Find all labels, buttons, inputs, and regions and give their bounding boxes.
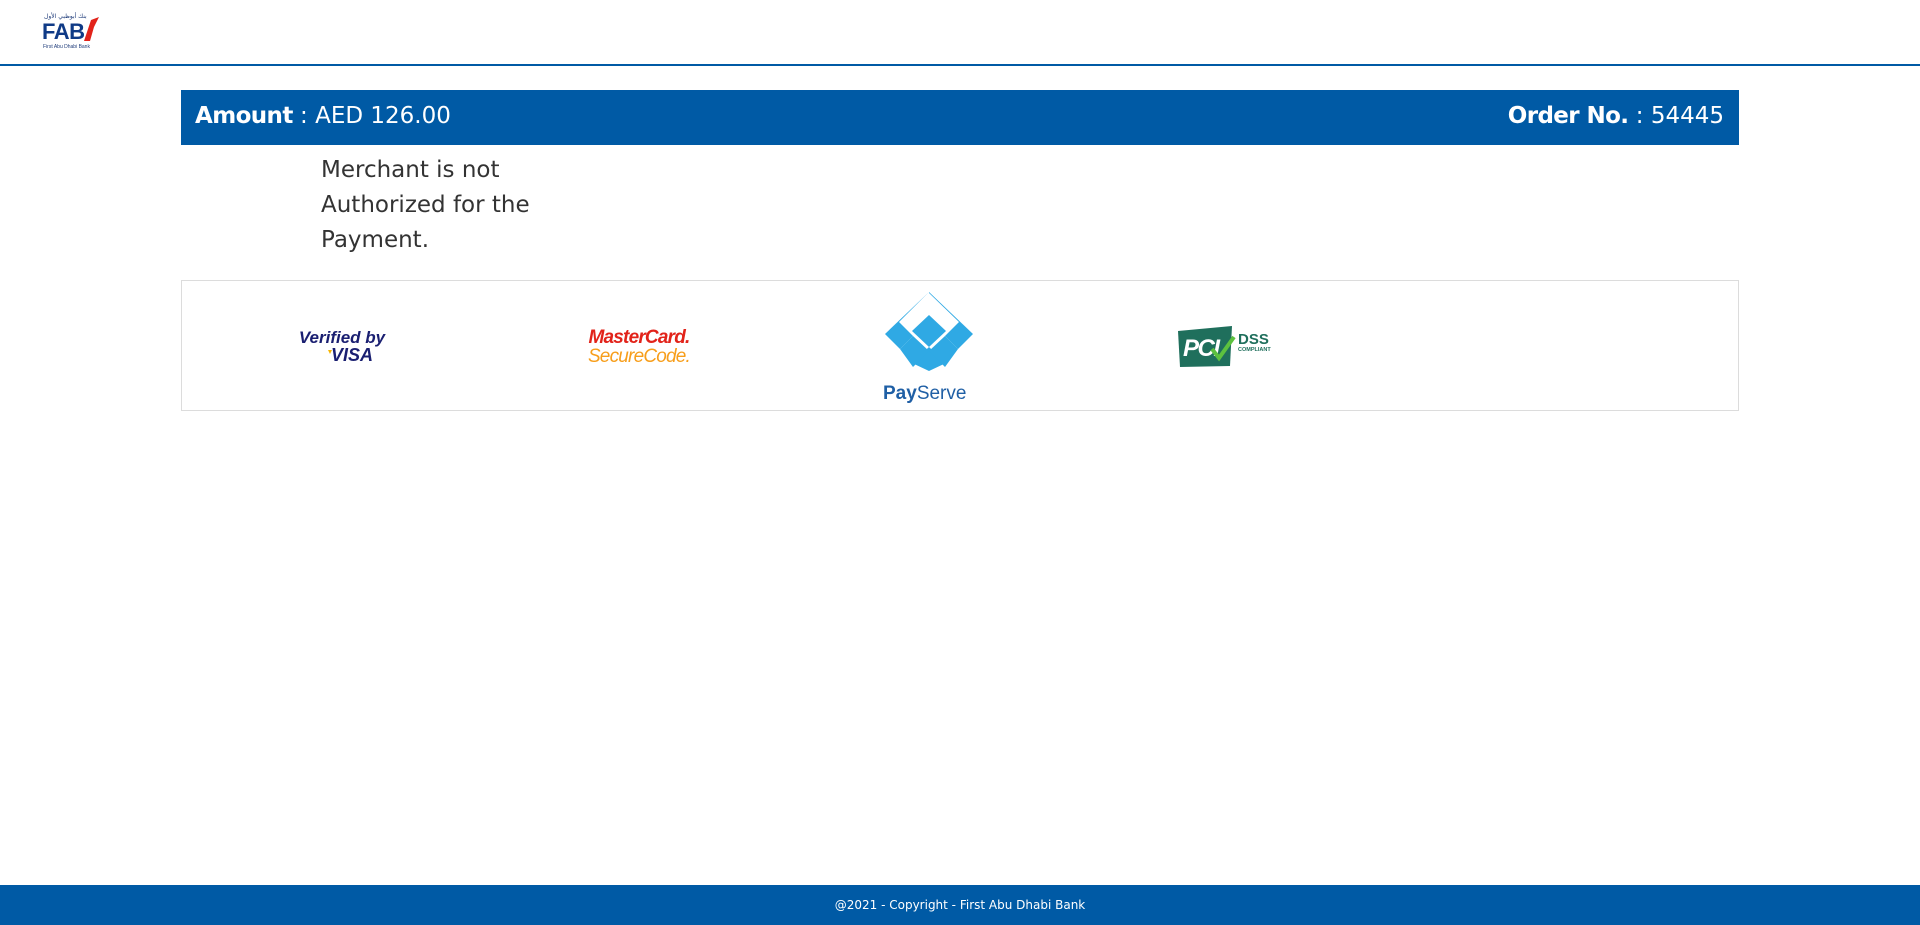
amount-bar: Amount : AED 126.00 Order No. : 54445: [181, 90, 1739, 145]
logo-subtitle: First Abu Dhabi Bank: [43, 44, 90, 50]
amount-group: Amount : AED 126.00: [195, 103, 451, 129]
page-header: بنك أبوظبي الأول FAB First Abu Dhabi Ban…: [0, 0, 1920, 66]
payserve-pay: Pay: [883, 383, 917, 403]
order-value: 54445: [1650, 103, 1724, 129]
mc-line2: SecureCode.: [588, 346, 690, 367]
mastercard-securecode-logo: MasterCard. SecureCode.: [588, 327, 691, 367]
page-footer: @2021 - Copyright - First Abu Dhabi Bank: [0, 885, 1920, 925]
visa-line2: VISA: [331, 345, 373, 365]
fab-logo[interactable]: بنك أبوظبي الأول FAB First Abu Dhabi Ban…: [40, 13, 102, 53]
pci-text: PCI: [1183, 335, 1221, 362]
payserve-serve: Serve: [917, 383, 967, 403]
mc-line1: MasterCard.: [588, 327, 689, 348]
logo-text: FAB: [42, 19, 85, 44]
security-logos: Verified by VISA MasterCard. SecureCode.…: [181, 280, 1739, 411]
amount-value: AED 126.00: [315, 103, 451, 129]
error-message: Merchant is not Authorized for the Payme…: [321, 157, 530, 253]
amount-label: Amount: [195, 103, 293, 129]
order-group: Order No. : 54445: [1508, 103, 1724, 129]
verified-by-visa-logo: Verified by VISA: [299, 328, 387, 365]
pci-compliant-text: COMPLIANT: [1238, 347, 1271, 353]
pci-dss-text: DSS: [1238, 331, 1269, 348]
pci-dss-logo: PCI DSS COMPLIANT: [1178, 326, 1271, 367]
payserve-text: PayServe: [883, 383, 966, 403]
logo-flag-icon: [84, 17, 99, 41]
payserve-logo: PayServe: [883, 292, 973, 403]
amount-separator: :: [292, 103, 316, 129]
copyright-text: @2021 - Copyright - First Abu Dhabi Bank: [834, 898, 1086, 912]
order-separator: :: [1628, 103, 1651, 129]
order-label: Order No.: [1507, 103, 1629, 129]
